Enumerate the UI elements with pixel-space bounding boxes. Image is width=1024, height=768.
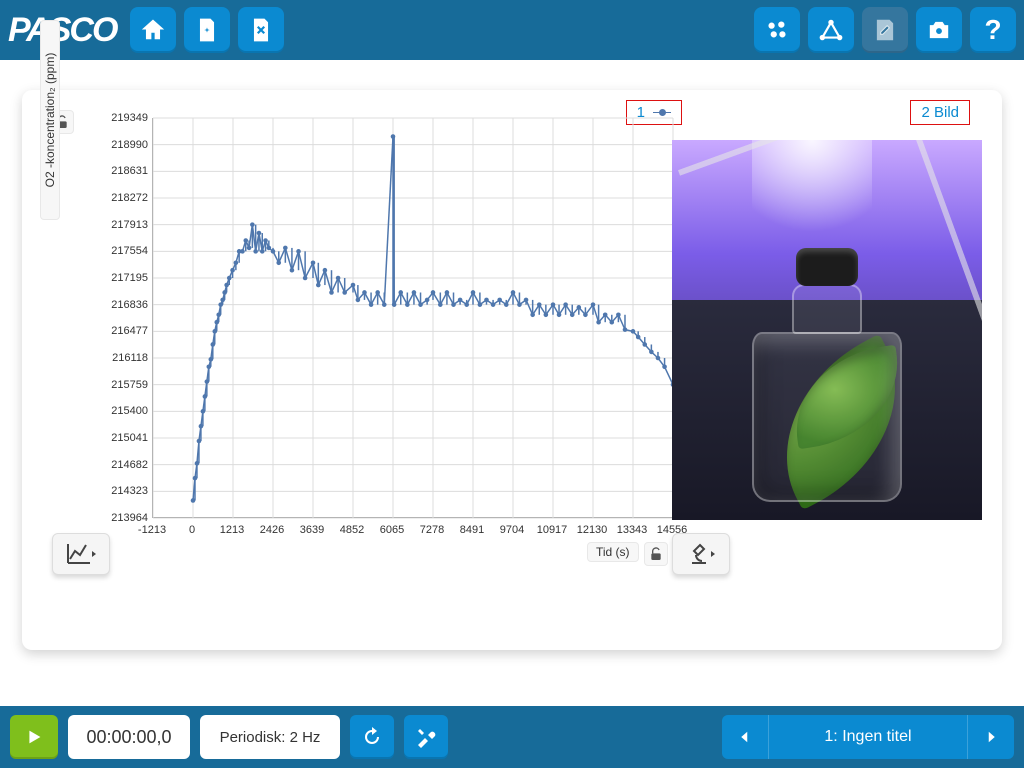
x-tick-label: 6065 xyxy=(380,524,404,536)
y-tick-label: 218990 xyxy=(48,139,148,151)
bottombar: 00:00:00,0 Periodisk: 2 Hz 1: Ingen tite… xyxy=(0,706,1024,768)
next-page-button[interactable] xyxy=(968,715,1014,759)
camera-icon xyxy=(926,17,952,43)
geometry-button[interactable] xyxy=(808,7,854,53)
replay-icon xyxy=(360,725,384,749)
y-tick-label: 218631 xyxy=(48,165,148,177)
triangle-icon xyxy=(818,17,844,43)
x-tick-label: -1213 xyxy=(138,524,166,536)
y-tick-label: 213964 xyxy=(48,512,148,524)
settings-button[interactable] xyxy=(404,715,448,759)
image-tools-button[interactable] xyxy=(672,533,730,575)
help-icon: ? xyxy=(984,14,1001,46)
x-tick-label: 2426 xyxy=(260,524,284,536)
graph-tools-button[interactable] xyxy=(52,533,110,575)
home-icon xyxy=(140,17,166,43)
replay-button[interactable] xyxy=(350,715,394,759)
x-tick-label: 4852 xyxy=(340,524,364,536)
y-tick-label: 218272 xyxy=(48,192,148,204)
elapsed-time-display: 00:00:00,0 xyxy=(68,715,190,759)
x-tick-label: 7278 xyxy=(420,524,444,536)
home-button[interactable] xyxy=(130,7,176,53)
x-tick-label: 10917 xyxy=(537,524,568,536)
y-tick-label: 215041 xyxy=(48,432,148,444)
pencil-page-icon xyxy=(872,17,898,43)
play-icon xyxy=(23,726,45,748)
y-tick-label: 216477 xyxy=(48,325,148,337)
x-tick-label: 3639 xyxy=(300,524,324,536)
workspace: 1 O2 -koncentration₂ (ppm) 2139642143232… xyxy=(22,90,1002,650)
image-legend[interactable]: 2 Bild xyxy=(910,100,970,125)
plot-area[interactable] xyxy=(152,118,672,518)
page-navigator: 1: Ingen titel xyxy=(722,715,1014,759)
graph-tools-icon xyxy=(65,541,97,567)
sampling-mode-display[interactable]: Periodisk: 2 Hz xyxy=(200,715,340,759)
y-tick-label: 216836 xyxy=(48,299,148,311)
close-file-button[interactable] xyxy=(238,7,284,53)
new-file-button[interactable] xyxy=(184,7,230,53)
graph-panel: 1 O2 -koncentration₂ (ppm) 2139642143232… xyxy=(42,100,682,590)
brand-logo: PASCO xyxy=(8,11,122,50)
chevron-right-icon xyxy=(982,728,1000,746)
x-tick-label: 0 xyxy=(189,524,195,536)
x-axis-label[interactable]: Tid (s) xyxy=(587,542,639,562)
y-tick-label: 217195 xyxy=(48,272,148,284)
y-tick-label: 215400 xyxy=(48,405,148,417)
page-title[interactable]: 1: Ingen titel xyxy=(768,715,968,759)
close-file-icon xyxy=(248,17,274,43)
camera-button[interactable] xyxy=(916,7,962,53)
help-button[interactable]: ? xyxy=(970,7,1016,53)
edit-button xyxy=(862,7,908,53)
x-axis-lock-button[interactable] xyxy=(644,542,668,566)
x-tick-label: 12130 xyxy=(577,524,608,536)
x-tick-label: 13343 xyxy=(617,524,648,536)
y-tick-label: 216118 xyxy=(48,352,148,364)
microscope-icon xyxy=(686,541,716,567)
unlock-icon xyxy=(648,546,664,562)
x-tick-label: 9704 xyxy=(500,524,524,536)
x-tick-label: 8491 xyxy=(460,524,484,536)
y-tick-label: 215759 xyxy=(48,379,148,391)
experiment-photo[interactable] xyxy=(672,140,982,520)
y-tick-label: 214682 xyxy=(48,459,148,471)
record-button[interactable] xyxy=(10,715,58,759)
y-tick-label: 217913 xyxy=(48,219,148,231)
y-tick-label: 219349 xyxy=(48,112,148,124)
dots-icon xyxy=(764,17,790,43)
sparkle-file-icon xyxy=(194,17,220,43)
chevron-left-icon xyxy=(736,728,754,746)
topbar: PASCO ? xyxy=(0,0,1024,60)
image-panel: 2 Bild xyxy=(672,100,982,590)
tools-icon xyxy=(414,725,438,749)
legend-marker-icon xyxy=(653,112,671,113)
y-tick-label: 214323 xyxy=(48,485,148,497)
y-tick-label: 217554 xyxy=(48,245,148,257)
sensors-button[interactable] xyxy=(754,7,800,53)
prev-page-button[interactable] xyxy=(722,715,768,759)
x-tick-label: 1213 xyxy=(220,524,244,536)
